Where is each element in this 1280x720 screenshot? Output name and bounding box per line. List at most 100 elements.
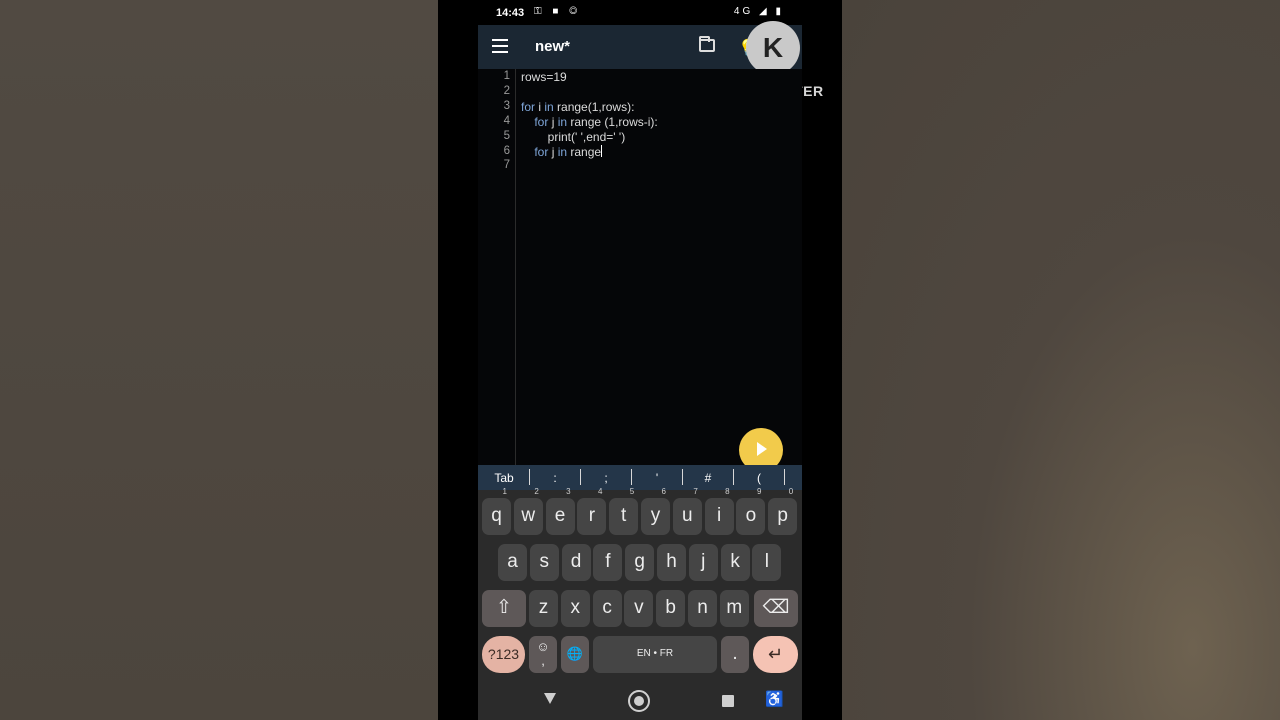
key-i[interactable]: i8	[704, 487, 734, 535]
emoji-comma-key-label: ☺	[536, 639, 550, 654]
key-h[interactable]: h	[657, 544, 686, 581]
enter-key-label: ↵	[767, 644, 784, 664]
line-number-gutter	[478, 69, 516, 465]
line-number: 6	[503, 144, 510, 157]
key-hint: 2	[534, 487, 539, 496]
enter-key[interactable]: ↵	[753, 636, 798, 673]
code-token: j	[548, 114, 558, 129]
numbers-key[interactable]: ?123	[482, 636, 525, 673]
key-n-label: n	[697, 597, 708, 618]
shift-key[interactable]: ⇧	[482, 590, 526, 627]
key-t-label: t	[621, 505, 627, 526]
nav-recents-icon[interactable]	[722, 695, 734, 707]
emoji-comma-key[interactable]: ☺,	[529, 636, 557, 673]
code-token: range (1,rows-i):	[567, 114, 658, 129]
key-l[interactable]: l	[752, 544, 782, 581]
key-s-label: s	[539, 551, 550, 572]
key-v-label: v	[634, 597, 644, 618]
nav-home-icon[interactable]	[628, 690, 650, 712]
key-x[interactable]: x	[560, 590, 590, 627]
comma-label: ,	[541, 653, 545, 668]
code-token: rows=19	[521, 70, 567, 84]
backspace-key[interactable]: ⌫	[754, 590, 798, 627]
phone-screen: 14:43 ⚿ ■ ◎ 4G ◢ ▮ new* 💡 K KINEMASTER 1…	[438, 0, 842, 720]
status-left-icons: ⚿ ■ ◎	[534, 6, 582, 17]
key-hint: 0	[788, 487, 794, 496]
key-m[interactable]: m	[719, 590, 749, 627]
key-d[interactable]: d	[561, 544, 591, 581]
key-u[interactable]: u7	[672, 487, 702, 535]
accessibility-icon[interactable]: ♿	[765, 690, 784, 708]
folder-icon[interactable]	[699, 36, 715, 52]
key-a-label: a	[507, 551, 518, 572]
period-key[interactable]: .	[721, 636, 749, 673]
play-icon	[757, 442, 767, 456]
symbol-separator	[682, 469, 683, 485]
code-editor[interactable]: 1 rows=19 2 3 for i in range(1,rows): 4 for j…	[478, 69, 802, 465]
key-v[interactable]: v	[624, 590, 654, 627]
line-number: 7	[503, 159, 510, 172]
key-q-label: q	[491, 505, 502, 526]
key-r-label: r	[588, 505, 596, 526]
code-text: for j in range (1,rows-i):	[521, 114, 658, 129]
key-w-label: w	[521, 505, 536, 526]
nav-back-icon[interactable]	[544, 693, 556, 704]
code-token: range(1,rows):	[553, 99, 635, 114]
key-l-label: l	[764, 551, 769, 572]
symbol-key[interactable]: '	[642, 471, 672, 485]
globe-key[interactable]: 🌐	[561, 636, 589, 673]
line-number: 1	[503, 70, 510, 82]
symbol-separator	[580, 469, 581, 485]
key-b[interactable]: b	[656, 590, 686, 627]
code-token: print(' ',end=' ')	[547, 129, 626, 144]
symbol-key[interactable]: #	[693, 471, 723, 485]
period-key-label: .	[732, 643, 738, 664]
key-w[interactable]: w2	[513, 487, 543, 535]
code-text: for j in range	[521, 144, 603, 159]
status-time: 14:43	[496, 7, 525, 19]
key-y[interactable]: y6	[641, 487, 670, 535]
key-q[interactable]: q1	[482, 487, 511, 535]
key-c-label: c	[602, 597, 612, 618]
key-g[interactable]: g	[625, 544, 655, 581]
key-k[interactable]: k	[720, 544, 750, 581]
status-right-icons: 4G ◢ ▮	[733, 6, 784, 17]
numbers-key-label: ?123	[487, 646, 520, 662]
key-hint: 3	[566, 487, 571, 496]
symbol-separator	[631, 469, 632, 485]
symbol-key[interactable]: Tab	[489, 471, 519, 485]
key-y-label: y	[650, 505, 661, 526]
key-r[interactable]: r4	[577, 487, 607, 535]
key-h-label: h	[666, 551, 677, 572]
line-number: 3	[503, 99, 510, 112]
key-t[interactable]: t5	[609, 487, 639, 535]
symbol-separator	[529, 469, 530, 485]
key-e[interactable]: e3	[545, 487, 575, 535]
key-s[interactable]: s	[529, 544, 559, 581]
key-j-label: j	[701, 551, 706, 572]
symbol-key[interactable]: :	[540, 471, 570, 485]
code-token: i	[535, 99, 545, 114]
key-j[interactable]: j	[688, 544, 718, 581]
symbol-key[interactable]: ;	[591, 471, 621, 485]
key-p[interactable]: p0	[768, 487, 798, 535]
key-i-label: i	[716, 505, 722, 526]
key-b-label: b	[665, 597, 676, 618]
keyword-token: for	[521, 99, 536, 114]
key-p-label: p	[777, 505, 788, 526]
status-bar: 14:43 ⚿ ■ ◎ 4G ◢ ▮	[478, 0, 802, 25]
keyword-token: in	[557, 144, 568, 159]
key-hint: 1	[502, 487, 507, 496]
space-key[interactable]: EN • FR	[593, 636, 717, 673]
key-g-label: g	[634, 551, 645, 572]
key-a[interactable]: a	[498, 544, 527, 581]
key-n[interactable]: n	[688, 590, 717, 627]
key-f[interactable]: f	[593, 544, 623, 581]
key-o[interactable]: o9	[736, 487, 766, 535]
key-c[interactable]: c	[592, 590, 622, 627]
key-z[interactable]: z	[529, 590, 558, 627]
hamburger-menu-icon[interactable]	[492, 39, 508, 53]
code-text: rows=19	[521, 70, 567, 84]
symbol-key[interactable]: (	[744, 471, 774, 485]
soft-keyboard: ♿ q 1 w 2 e 3 r 4 t 5 y 6 u 7 i 8 o 9 p 0 a s d f g h j k l ⇧ z x c v b n m ⌫…	[478, 487, 802, 720]
